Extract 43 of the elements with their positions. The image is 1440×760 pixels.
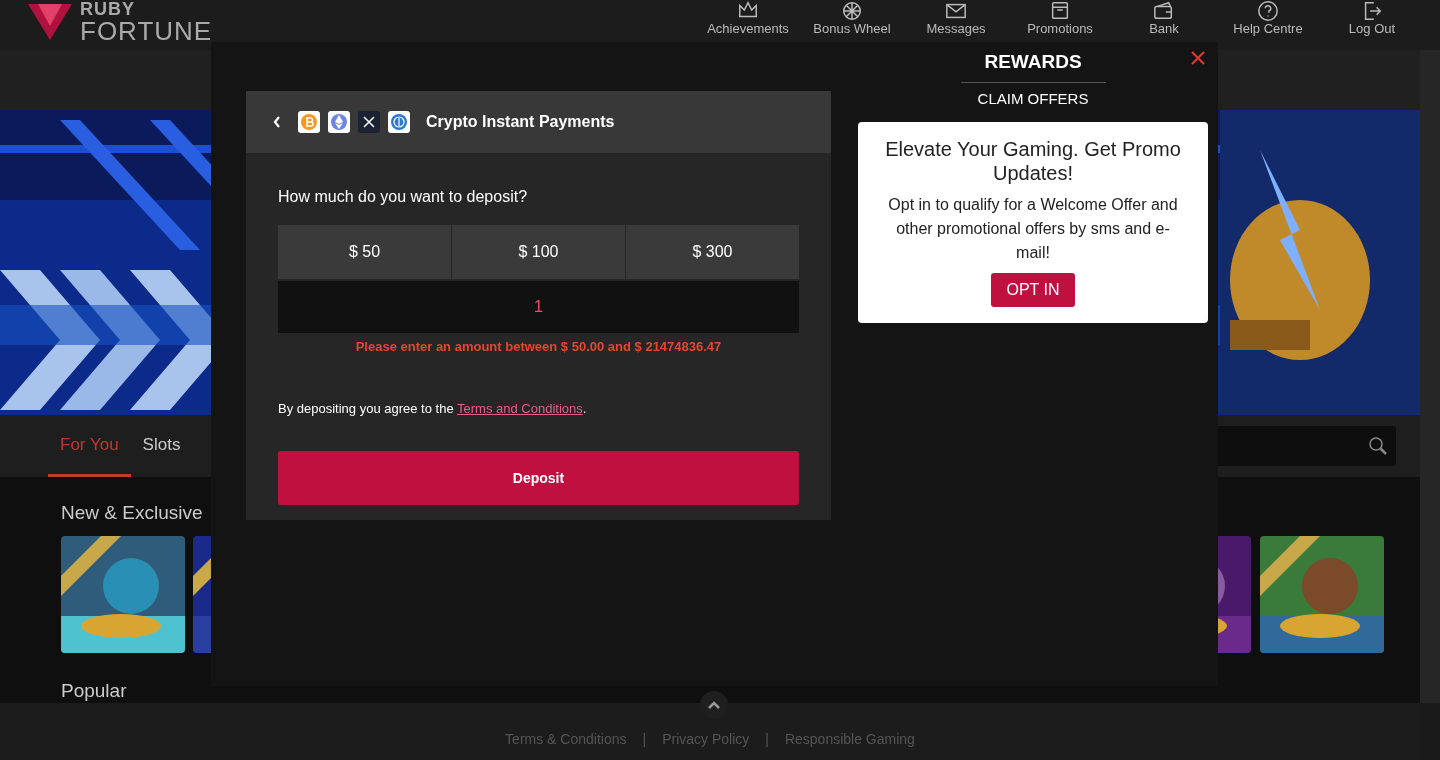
promo-text: Opt in to qualify for a Welcome Offer and other promotional offers by sms and e-mail!: [887, 195, 1179, 263]
terms-text: By depositing you agree to the Terms and Conditions.: [278, 399, 588, 418]
amount-option[interactable]: $ 50: [278, 225, 452, 279]
panel-title: Crypto Instant Payments: [426, 112, 615, 132]
error-message: Please enter an amount between $ 50.00 and $ 21474836.47: [354, 338, 723, 356]
claim-offers-link[interactable]: CLAIM OFFERS: [977, 82, 1089, 122]
prompt-text: How much do you want to deposit?: [278, 187, 529, 207]
category-tab[interactable]: Slots: [130, 415, 193, 477]
separator-text: |: [642, 730, 647, 749]
wallet-icon: [1153, 0, 1175, 22]
opt-in-button[interactable]: OPT IN: [991, 273, 1075, 307]
section-heading: New & Exclusive: [61, 501, 204, 525]
logo-text: FORTUNE: [80, 18, 213, 44]
nav-link[interactable]: Messages: [904, 0, 1008, 37]
rewards-title: REWARDS: [960, 42, 1106, 83]
separator-text: |: [765, 730, 769, 749]
scrollbar-track[interactable]: [1420, 50, 1440, 703]
section-heading: Popular: [61, 678, 128, 703]
logo-text: RUBY: [80, 0, 136, 18]
wheel-icon: [841, 0, 863, 22]
search-icon: [1368, 436, 1388, 456]
nav-link[interactable]: Bank: [1112, 0, 1216, 37]
amount-input[interactable]: 1: [278, 281, 799, 333]
deposit-button[interactable]: Deposit: [278, 451, 799, 505]
ethereum-icon: [328, 111, 350, 133]
nav-link[interactable]: Log Out: [1320, 0, 1424, 37]
chevron-left-icon: [272, 115, 282, 129]
nav-link[interactable]: Help Centre: [1216, 0, 1320, 37]
amount-option[interactable]: $ 300: [626, 225, 799, 279]
amount-option[interactable]: $ 100: [452, 225, 626, 279]
terms-link[interactable]: Terms and Conditions: [457, 400, 583, 416]
nav-link[interactable]: Achievements: [696, 0, 800, 37]
back-button[interactable]: [272, 115, 282, 129]
close-icon: [1190, 49, 1206, 66]
coin-icon: [388, 111, 410, 133]
calendar-icon: [1049, 0, 1071, 22]
bitcoin-icon: [298, 111, 320, 133]
cross-icon: [358, 111, 380, 133]
chevron-up-icon: [707, 700, 721, 710]
nav-link[interactable]: Promotions: [1008, 0, 1112, 37]
promo-heading: Elevate Your Gaming. Get Promo Updates!: [884, 137, 1182, 185]
help-icon: [1257, 0, 1279, 22]
nav-link[interactable]: Bonus Wheel: [800, 0, 904, 37]
